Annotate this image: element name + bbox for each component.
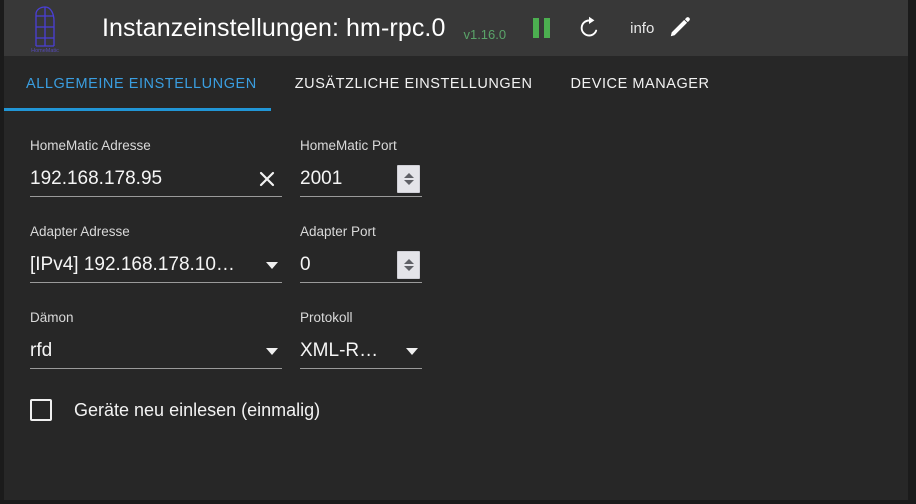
field-label-adapter-address: Adapter Adresse <box>30 224 130 239</box>
adapter-port-control: 0 <box>300 248 422 283</box>
tab-allgemeine-einstellungen[interactable]: ALLGEMEINE EINSTELLUNGEN <box>26 76 257 92</box>
field-label-daemon: Dämon <box>30 310 74 325</box>
homematic-address-input[interactable]: 192.168.178.95 <box>30 167 256 191</box>
chevron-down-icon <box>403 266 414 271</box>
title-bar: HomeMatic Instanzeinstellungen: hm-rpc.0… <box>4 0 908 56</box>
pencil-icon <box>667 16 691 40</box>
adapter-address-control[interactable]: [IPv4] 192.168.178.10… <box>30 248 282 283</box>
chevron-down-icon[interactable] <box>266 261 278 269</box>
protocol-control[interactable]: XML-R… <box>300 334 422 369</box>
edit-button[interactable] <box>666 15 692 41</box>
adapter-port-stepper[interactable] <box>397 251 420 279</box>
clear-homematic-address-button[interactable] <box>256 168 278 190</box>
field-daemon: Dämon rfd <box>30 309 282 369</box>
page-title: Instanzeinstellungen: hm-rpc.0 <box>102 13 446 42</box>
homematic-address-control: 192.168.178.95 <box>30 162 282 197</box>
info-button[interactable]: info <box>630 20 654 37</box>
general-settings-form: HomeMatic Adresse 192.168.178.95 HomeMat… <box>4 111 908 421</box>
field-label-protocol: Protokoll <box>300 310 353 325</box>
field-label-homematic-address: HomeMatic Adresse <box>30 138 151 153</box>
daemon-select[interactable]: rfd <box>30 339 266 363</box>
svg-text:HomeMatic: HomeMatic <box>31 48 59 54</box>
homematic-logo: HomeMatic <box>14 0 70 56</box>
chevron-down-icon[interactable] <box>266 347 278 355</box>
field-homematic-address: HomeMatic Adresse 192.168.178.95 <box>30 137 282 197</box>
active-tab-indicator <box>4 108 271 111</box>
chevron-down-icon <box>403 180 414 185</box>
reload-devices-label[interactable]: Geräte neu einlesen (einmalig) <box>74 400 320 421</box>
refresh-icon <box>577 16 601 40</box>
field-adapter-port: Adapter Port 0 <box>300 223 422 283</box>
close-icon <box>257 169 277 189</box>
protocol-select[interactable]: XML-R… <box>300 339 406 363</box>
chevron-up-icon <box>403 259 414 264</box>
reload-devices-checkbox[interactable] <box>30 399 52 421</box>
form-row-addresses: HomeMatic Adresse 192.168.178.95 HomeMat… <box>30 137 908 197</box>
tab-device-manager[interactable]: DEVICE MANAGER <box>571 76 710 92</box>
instance-settings-window: HomeMatic Instanzeinstellungen: hm-rpc.0… <box>0 0 916 504</box>
homematic-port-input[interactable]: 2001 <box>300 167 397 191</box>
form-row-adapter: Adapter Adresse [IPv4] 192.168.178.10… A… <box>30 223 908 283</box>
version-label: v1.16.0 <box>463 27 507 42</box>
homematic-port-control: 2001 <box>300 162 422 197</box>
refresh-button[interactable] <box>576 15 602 41</box>
adapter-address-select[interactable]: [IPv4] 192.168.178.10… <box>30 253 266 277</box>
field-label-adapter-port: Adapter Port <box>300 224 376 239</box>
reload-devices-row: Geräte neu einlesen (einmalig) <box>30 399 908 421</box>
pause-button[interactable] <box>528 15 554 41</box>
field-homematic-port: HomeMatic Port 2001 <box>300 137 422 197</box>
form-row-daemon-protocol: Dämon rfd Protokoll XML-R… <box>30 309 908 369</box>
pause-icon <box>532 18 550 38</box>
adapter-port-input[interactable]: 0 <box>300 253 397 277</box>
chevron-up-icon <box>403 173 414 178</box>
homematic-port-stepper[interactable] <box>397 165 420 193</box>
chevron-down-icon[interactable] <box>406 347 418 355</box>
field-label-homematic-port: HomeMatic Port <box>300 138 397 153</box>
field-adapter-address: Adapter Adresse [IPv4] 192.168.178.10… <box>30 223 282 283</box>
tab-bar: ALLGEMEINE EINSTELLUNGEN ZUSÄTZLICHE EIN… <box>4 56 908 111</box>
tab-zusaetzliche-einstellungen[interactable]: ZUSÄTZLICHE EINSTELLUNGEN <box>295 76 533 92</box>
field-protocol: Protokoll XML-R… <box>300 309 422 369</box>
daemon-control[interactable]: rfd <box>30 334 282 369</box>
